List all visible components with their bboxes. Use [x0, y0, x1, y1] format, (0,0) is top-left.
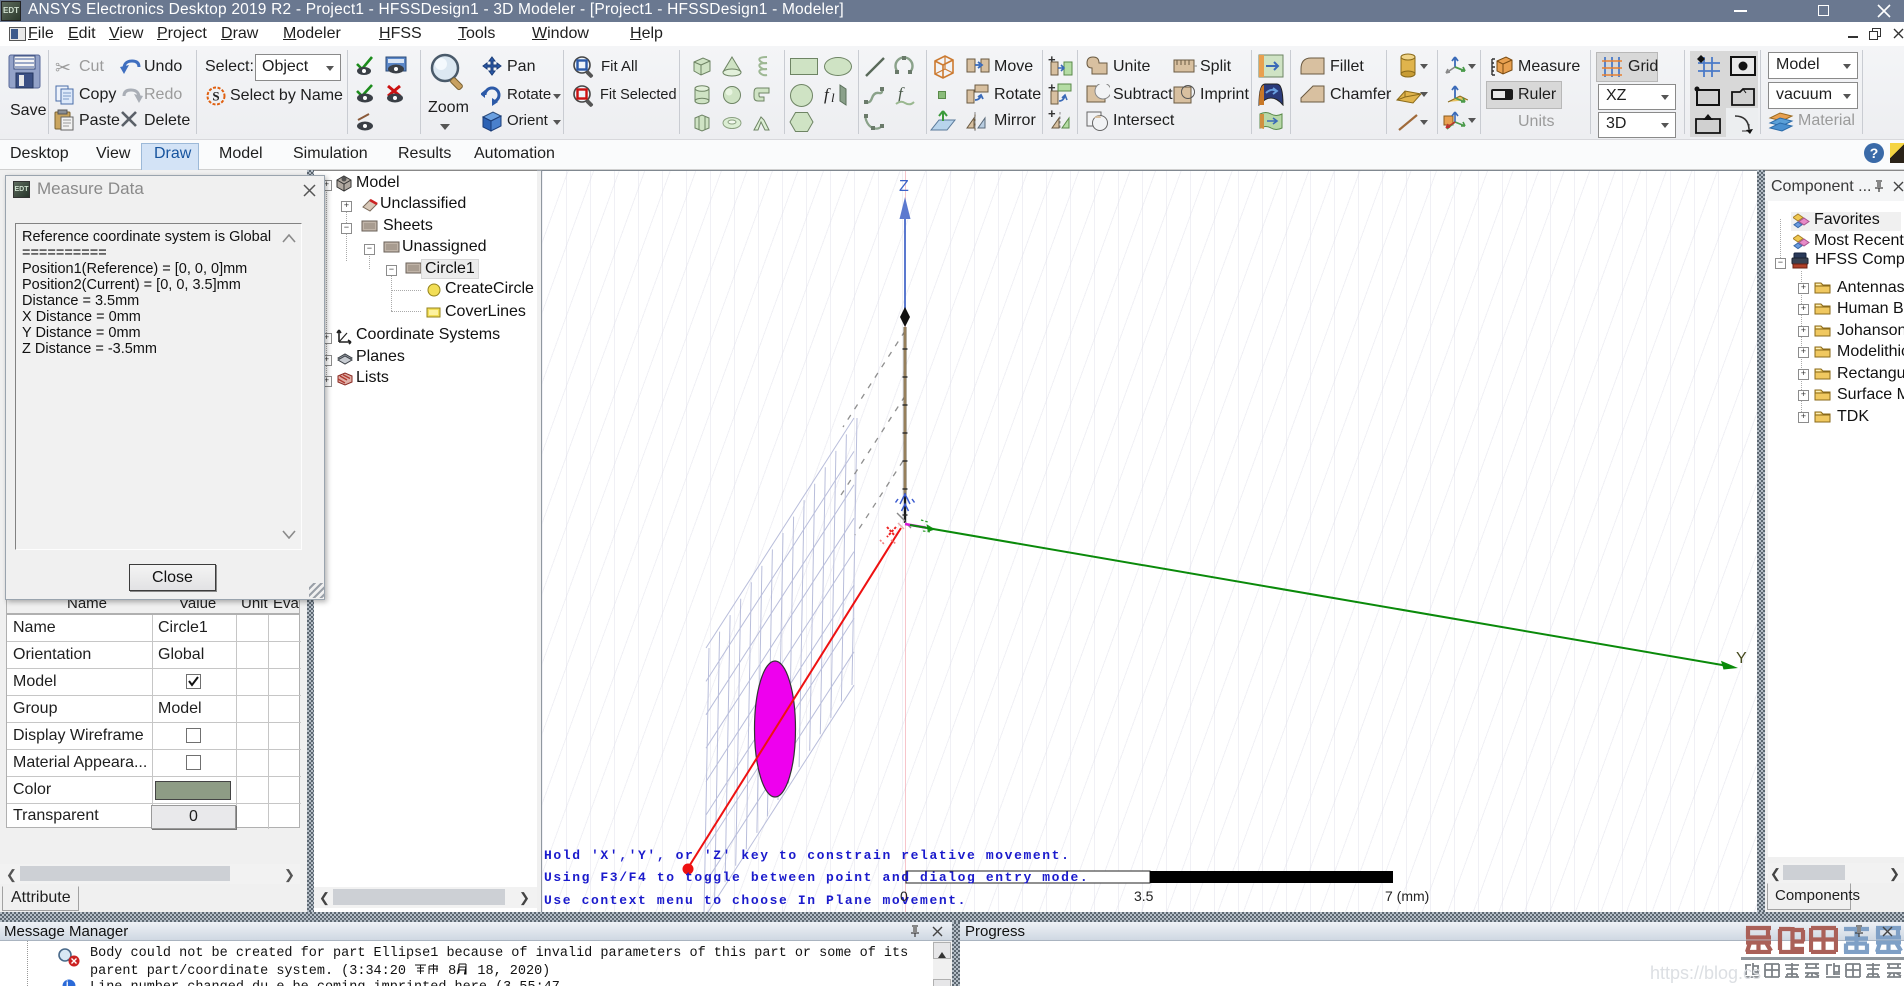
svg-text:+: +	[1048, 108, 1056, 121]
svg-text:f: f	[824, 85, 831, 104]
svg-text:Z: Z	[899, 178, 909, 195]
svg-text:f: f	[898, 84, 905, 103]
svg-text:i: i	[66, 979, 69, 986]
svg-text:l: l	[831, 90, 835, 105]
svg-text:Y: Y	[1736, 650, 1747, 667]
svg-text:S: S	[212, 89, 219, 104]
